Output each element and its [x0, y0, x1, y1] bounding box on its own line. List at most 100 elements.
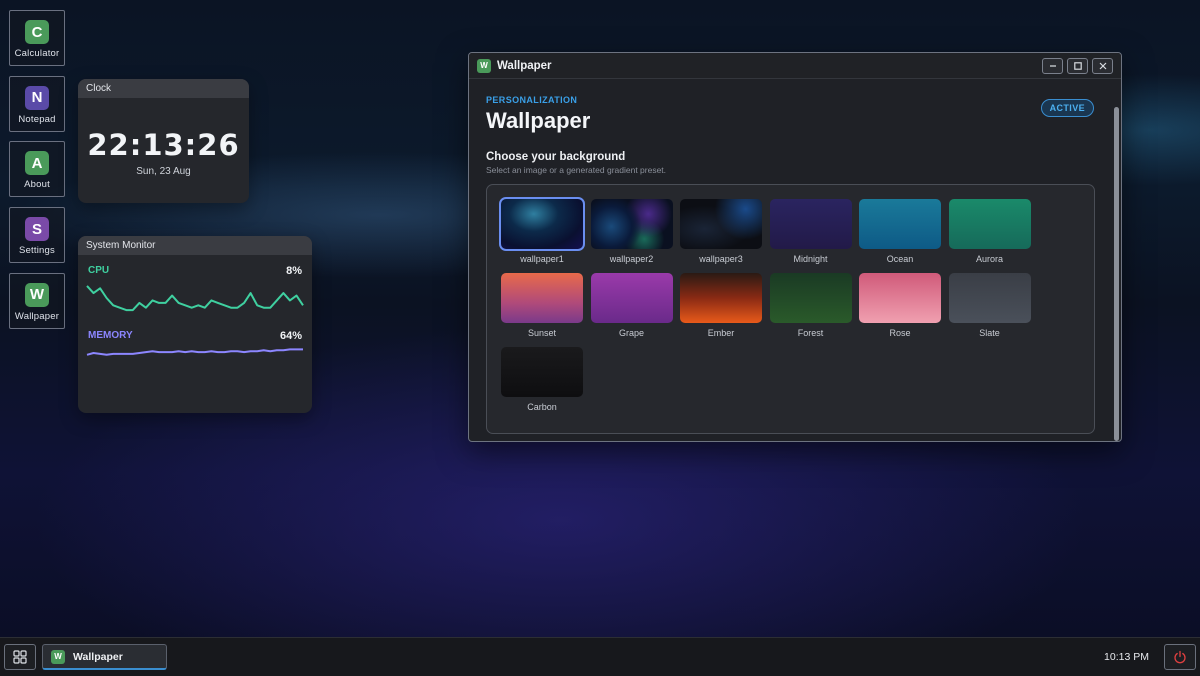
wallpaper-option-label: Rose [889, 328, 911, 338]
maximize-icon [1073, 61, 1082, 70]
start-button[interactable] [4, 644, 36, 670]
window-controls [1042, 57, 1113, 74]
clock-time: 22:13:26 [87, 128, 240, 162]
desktop-icon-about[interactable]: A About [9, 141, 65, 198]
window-title: Wallpaper [497, 59, 552, 72]
wallpaper-window: W Wallpaper PERSONALIZATION Wallpaper AC… [468, 52, 1122, 442]
desktop-icon-label: Settings [19, 245, 55, 257]
cpu-label: CPU [88, 265, 110, 276]
wallpaper-app-icon: W [51, 649, 65, 664]
memory-row: MEMORY 64% [78, 330, 312, 342]
wallpaper-thumbnail [590, 273, 673, 323]
power-icon [1174, 650, 1186, 664]
window-titlebar[interactable]: W Wallpaper [469, 53, 1121, 79]
cpu-graph [86, 285, 304, 312]
clock-widget-title[interactable]: Clock [78, 79, 249, 98]
wallpaper-option-wallpaper3[interactable]: wallpaper3 [680, 199, 762, 264]
wallpaper-option-label: Forest [797, 328, 824, 338]
page-title: Wallpaper [486, 108, 591, 133]
wallpaper-option-rose[interactable]: Rose [859, 273, 941, 338]
wallpaper-option-aurora[interactable]: Aurora [948, 199, 1031, 264]
scrollbar-thumb[interactable] [1114, 107, 1119, 441]
window-content: PERSONALIZATION Wallpaper ACTIVE Choose … [469, 79, 1121, 441]
wallpaper-thumbnail [859, 199, 941, 249]
wallpaper-thumbnail [859, 273, 941, 323]
cpu-row: CPU 8% [78, 265, 312, 277]
wallpaper-option-forest[interactable]: Forest [769, 273, 852, 338]
wallpaper-thumbnail [680, 273, 762, 323]
taskbar-clock[interactable]: 10:13 PM [1104, 651, 1149, 663]
wallpaper-thumbnail [948, 273, 1031, 323]
section-subtitle: Select an image or a generated gradient … [486, 165, 667, 175]
taskbar: W Wallpaper 10:13 PM [0, 637, 1200, 676]
wallpaper-option-label: Sunset [527, 328, 557, 338]
wallpaper-option-label: Carbon [527, 402, 557, 412]
wallpaper-grid: wallpaper1 wallpaper2 wallpaper3 Midnight Oc… [499, 197, 1094, 412]
wallpaper-option-midnight[interactable]: Midnight [769, 199, 852, 264]
memory-graph [86, 348, 303, 356]
wallpaper-option-label: Ember [707, 328, 735, 338]
clock-widget: Clock 22:13:26 Sun, 23 Aug [78, 79, 249, 203]
section-eyebrow: PERSONALIZATION [486, 95, 578, 105]
wallpaper-option-label: Slate [979, 328, 1000, 338]
system-monitor-title[interactable]: System Monitor [78, 236, 312, 255]
wallpaper-option-slate[interactable]: Slate [948, 273, 1031, 338]
desktop-icon-settings[interactable]: S Settings [9, 207, 65, 264]
memory-value: 64% [279, 330, 302, 342]
app-grid-icon [13, 650, 27, 664]
wallpaper-option-wallpaper2[interactable]: wallpaper2 [590, 199, 673, 264]
wallpaper-thumbnail [590, 199, 673, 249]
wallpaper-grid-panel: wallpaper1 wallpaper2 wallpaper3 Midnight Oc… [486, 184, 1095, 434]
wallpaper-option-sunset[interactable]: Sunset [501, 273, 583, 338]
about-icon: A [25, 151, 49, 176]
notepad-icon: N [25, 85, 49, 110]
desktop-icon-wallpaper[interactable]: W Wallpaper [9, 272, 65, 329]
wallpaper-option-label: Ocean [886, 254, 914, 264]
taskbar-item-label: Wallpaper [73, 650, 123, 663]
system-monitor-widget: System Monitor CPU 8% MEMORY 64% [78, 236, 312, 413]
wallpaper-option-label: Midnight [793, 254, 828, 264]
wallpaper-option-carbon[interactable]: Carbon [501, 347, 583, 412]
wallpaper-thumbnail [769, 199, 852, 249]
status-badge: ACTIVE [1040, 99, 1094, 117]
settings-icon: S [25, 217, 49, 242]
wallpaper-thumbnail [948, 199, 1031, 249]
desktop-icon-label: Calculator [14, 48, 60, 59]
wallpaper-option-ember[interactable]: Ember [680, 273, 762, 338]
window-scrollbar[interactable] [1114, 107, 1119, 441]
wallpaper-app-icon: W [477, 58, 491, 73]
clock-date: Sun, 23 Aug [136, 166, 191, 177]
wallpaper-thumbnail [769, 273, 852, 323]
desktop-icon-label: Notepad [18, 113, 56, 125]
wallpaper-thumbnail [501, 273, 583, 323]
wallpaper-option-label: wallpaper1 [520, 254, 564, 264]
calculator-icon: C [25, 20, 49, 44]
cpu-graph-line [86, 285, 304, 312]
cpu-value: 8% [286, 265, 302, 277]
close-icon [1099, 62, 1106, 69]
memory-label: MEMORY [88, 330, 133, 341]
desktop-icon-calculator[interactable]: C Calculator [9, 10, 65, 66]
wallpaper-thumbnail [501, 347, 583, 397]
wallpaper-option-label: wallpaper2 [609, 254, 654, 264]
wallpaper-option-label: wallpaper3 [699, 254, 743, 264]
wallpaper-option-wallpaper1[interactable]: wallpaper1 [499, 197, 585, 264]
minimize-button[interactable] [1042, 57, 1063, 74]
minimize-icon [1049, 64, 1056, 67]
wallpaper-icon: W [25, 282, 49, 307]
desktop-icon-notepad[interactable]: N Notepad [9, 75, 65, 132]
taskbar-item-wallpaper[interactable]: W Wallpaper [42, 644, 167, 670]
desktop-icon-label: About [24, 179, 50, 191]
wallpaper-option-grape[interactable]: Grape [590, 273, 673, 338]
desktop-icon-label: Wallpaper [14, 310, 60, 322]
power-button[interactable] [1164, 644, 1196, 670]
close-button[interactable] [1092, 57, 1113, 74]
maximize-button[interactable] [1067, 57, 1088, 74]
wallpaper-option-ocean[interactable]: Ocean [859, 199, 941, 264]
wallpaper-option-label: Grape [618, 328, 644, 338]
wallpaper-thumbnail [680, 199, 762, 249]
wallpaper-thumbnail [499, 197, 585, 251]
mem-graph-line [86, 348, 303, 356]
section-title: Choose your background [486, 151, 626, 163]
wallpaper-option-label: Aurora [975, 254, 1003, 264]
